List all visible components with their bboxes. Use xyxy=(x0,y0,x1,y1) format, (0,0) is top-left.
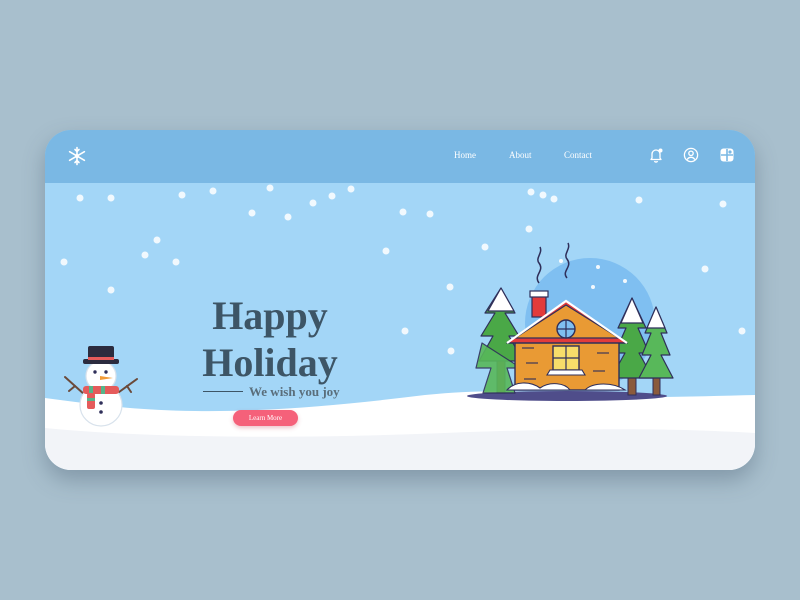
header-bar: Home About Contact xyxy=(45,130,755,183)
nav-contact-link[interactable]: Contact xyxy=(564,150,592,160)
snowflake-icon[interactable] xyxy=(67,146,87,166)
hero-subtitle: We wish you joy xyxy=(249,384,340,399)
hero-title-line2: Holiday xyxy=(202,340,338,385)
subtitle-divider xyxy=(203,391,243,392)
winter-illustration xyxy=(45,184,755,470)
bell-icon[interactable] xyxy=(648,147,664,163)
hero-scene: Happy Holiday We wish you joy Learn More xyxy=(45,183,755,470)
landing-card: Home About Contact Happy Holiday We wish… xyxy=(45,130,755,470)
app-grid-icon[interactable] xyxy=(719,147,735,163)
nav-home-link[interactable]: Home xyxy=(454,150,476,160)
nav-about-link[interactable]: About xyxy=(509,150,532,160)
learn-more-button[interactable]: Learn More xyxy=(233,410,298,426)
user-icon[interactable] xyxy=(683,147,699,163)
hero-title-line1: Happy xyxy=(212,293,328,338)
